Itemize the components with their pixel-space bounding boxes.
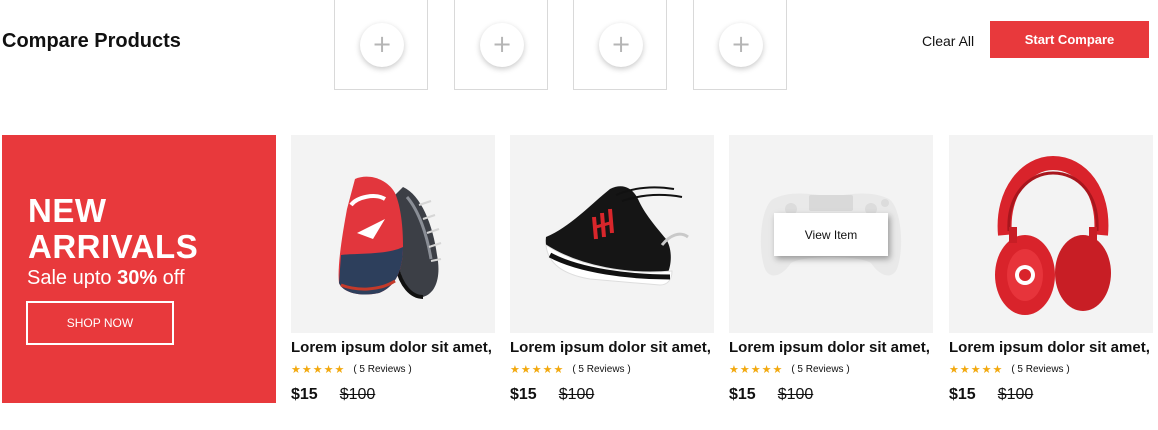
product-card[interactable]: Lorem ipsum dolor sit amet, ★★★★★ ( 5 Re… [510, 135, 714, 404]
compare-slot-2[interactable]: + [454, 0, 548, 90]
product-name[interactable]: Lorem ipsum dolor sit amet, [510, 339, 714, 356]
compare-slot-4[interactable]: + [693, 0, 787, 90]
compare-slot-1[interactable]: + [334, 0, 428, 90]
compare-products-title: Compare Products [2, 30, 181, 52]
add-product-icon[interactable]: + [599, 23, 643, 67]
banner-heading-line2: ARRIVALS [28, 228, 199, 265]
add-product-icon[interactable]: + [480, 23, 524, 67]
product-card[interactable]: View Item Lorem ipsum dolor sit amet, ★★… [729, 135, 933, 404]
banner-sale-text: Sale upto 30% off [27, 267, 185, 290]
current-price: $15 [729, 386, 756, 403]
product-rating: ★★★★★ ( 5 Reviews ) [510, 363, 714, 376]
add-product-icon[interactable]: + [719, 23, 763, 67]
product-card[interactable]: Lorem ipsum dolor sit amet, ★★★★★ ( 5 Re… [291, 135, 495, 404]
product-rating: ★★★★★ ( 5 Reviews ) [949, 363, 1153, 376]
star-rating-icon: ★★★★★ [510, 363, 565, 376]
view-item-button[interactable]: View Item [774, 213, 888, 256]
old-price: $100 [339, 386, 376, 403]
old-price: $100 [777, 386, 814, 403]
sale-suffix: off [157, 267, 185, 289]
product-image[interactable] [949, 135, 1153, 333]
banner-heading-line1: NEW [28, 192, 107, 229]
current-price: $15 [949, 386, 976, 403]
product-name[interactable]: Lorem ipsum dolor sit amet, [729, 339, 933, 356]
sale-percent: 30% [117, 267, 158, 289]
review-count: ( 5 Reviews ) [572, 364, 631, 375]
product-image[interactable] [510, 135, 714, 333]
product-rating: ★★★★★ ( 5 Reviews ) [291, 363, 495, 376]
compare-slot-3[interactable]: + [573, 0, 667, 90]
clear-all-link[interactable]: Clear All [922, 33, 974, 49]
product-rating: ★★★★★ ( 5 Reviews ) [729, 363, 933, 376]
product-card[interactable]: Lorem ipsum dolor sit amet, ★★★★★ ( 5 Re… [949, 135, 1153, 404]
running-shoes-icon [338, 176, 442, 299]
product-prices: $15 $100 [510, 386, 714, 404]
product-prices: $15 $100 [949, 386, 1153, 404]
product-prices: $15 $100 [291, 386, 495, 404]
new-arrivals-banner: NEW ARRIVALS Sale upto 30% off SHOP NOW [2, 135, 276, 403]
star-rating-icon: ★★★★★ [291, 363, 346, 376]
old-price: $100 [558, 386, 595, 403]
product-name[interactable]: Lorem ipsum dolor sit amet, [291, 339, 495, 356]
review-count: ( 5 Reviews ) [1011, 364, 1070, 375]
product-image[interactable] [291, 135, 495, 333]
red-headphones-icon [995, 155, 1111, 315]
product-image[interactable]: View Item [729, 135, 933, 333]
current-price: $15 [510, 386, 537, 403]
star-rating-icon: ★★★★★ [729, 363, 784, 376]
review-count: ( 5 Reviews ) [353, 364, 412, 375]
start-compare-button[interactable]: Start Compare [990, 21, 1149, 58]
black-sneaker-icon [545, 186, 689, 286]
sale-prefix: Sale upto [27, 267, 118, 289]
old-price: $100 [997, 386, 1034, 403]
add-product-icon[interactable]: + [360, 23, 404, 67]
shop-now-button[interactable]: SHOP NOW [26, 301, 174, 345]
product-name[interactable]: Lorem ipsum dolor sit amet, [949, 339, 1153, 356]
product-prices: $15 $100 [729, 386, 933, 404]
current-price: $15 [291, 386, 318, 403]
star-rating-icon: ★★★★★ [949, 363, 1004, 376]
review-count: ( 5 Reviews ) [791, 364, 850, 375]
